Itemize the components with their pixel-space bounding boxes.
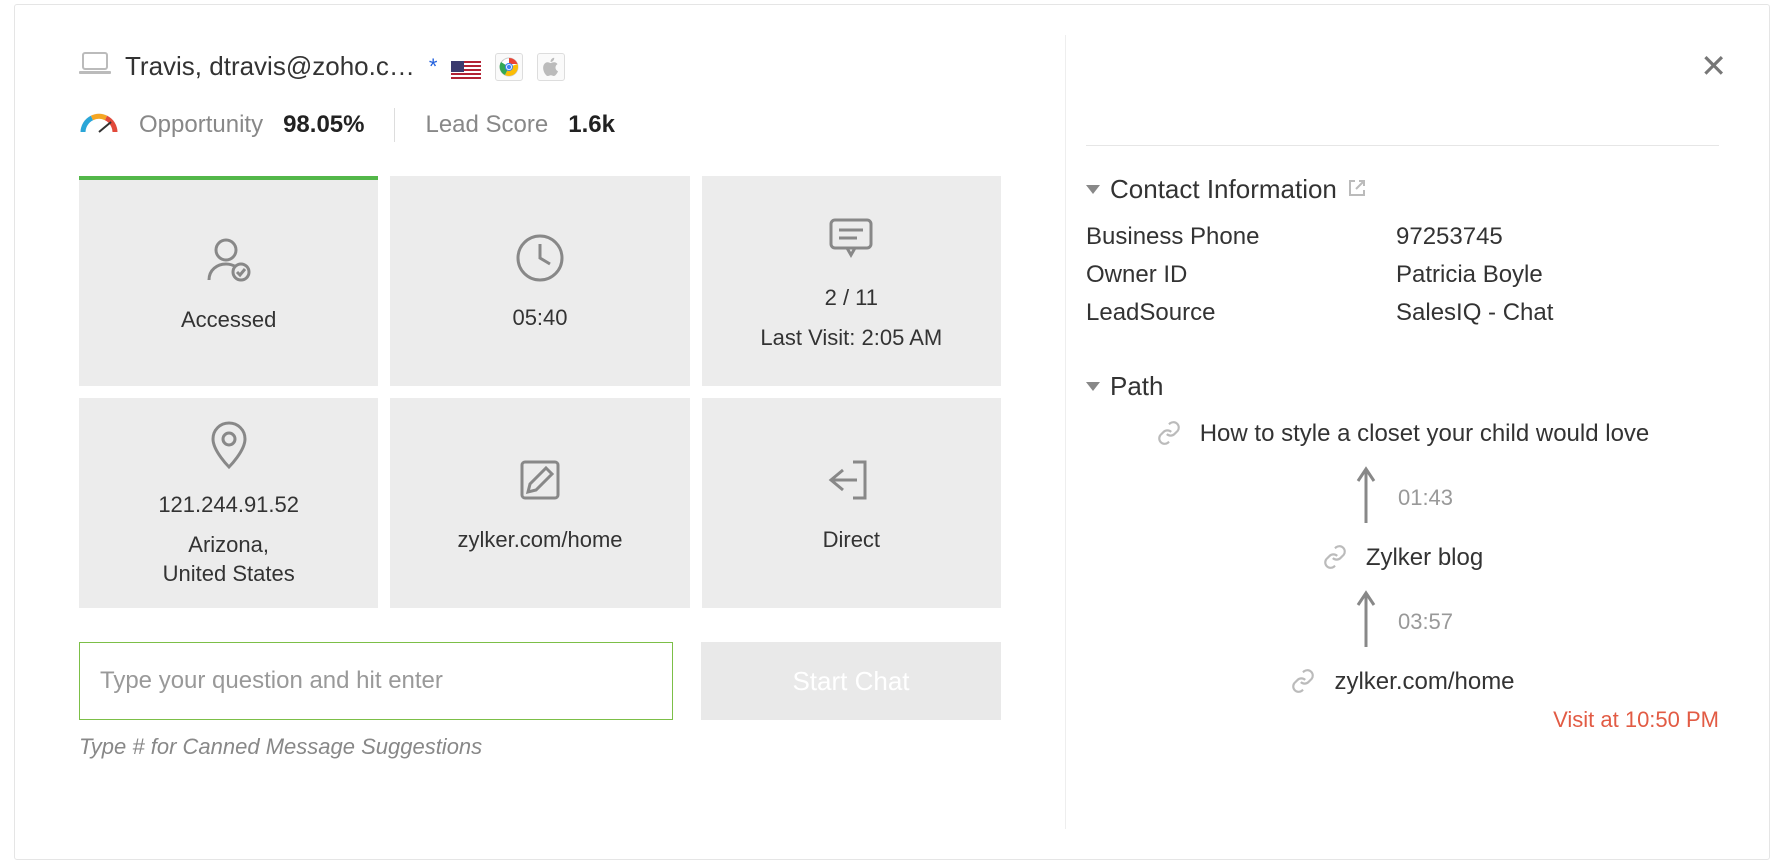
tile-visits[interactable]: 2 / 11 Last Visit: 2:05 AM	[702, 176, 1001, 386]
contact-key: Owner ID	[1086, 261, 1396, 289]
tile-duration[interactable]: 05:40	[390, 176, 689, 386]
start-chat-button[interactable]: Start Chat	[701, 642, 1001, 720]
enter-icon	[823, 452, 879, 515]
tile-visits-sub: Last Visit: 2:05 AM	[760, 323, 942, 353]
left-pane: Travis, dtravis@zoho.c… * Opportunity 98…	[15, 5, 1065, 859]
tile-ip: 121.244.91.52	[158, 490, 299, 520]
close-icon[interactable]: ✕	[1700, 47, 1727, 85]
chat-input[interactable]	[79, 642, 673, 720]
caret-down-icon	[1086, 382, 1100, 391]
contact-value: 97253745	[1396, 223, 1503, 251]
tile-source-value: Direct	[823, 525, 880, 555]
tile-location[interactable]: 121.244.91.52 Arizona, United States	[79, 398, 378, 608]
chrome-icon	[495, 53, 523, 81]
contact-info-header[interactable]: Contact Information	[1086, 174, 1719, 205]
path-step[interactable]: Zylker blog	[1086, 544, 1719, 575]
visitor-panel: ✕ Travis, dtravis@zoho.c… * Opportunity …	[14, 4, 1770, 860]
path-section: Path How to style a closet your child wo…	[1086, 371, 1719, 733]
divider	[394, 108, 395, 142]
canned-hint: Type # for Canned Message Suggestions	[79, 734, 1001, 760]
contact-key: LeadSource	[1086, 299, 1396, 327]
tiles-grid: Accessed 05:40 2 / 11 Last Visit: 2:05 A…	[79, 176, 1001, 608]
chat-icon	[823, 210, 879, 273]
contact-value: SalesIQ - Chat	[1396, 299, 1553, 327]
arrow-up-icon	[1352, 465, 1380, 530]
visitor-header: Travis, dtravis@zoho.c… *	[79, 51, 1001, 82]
link-icon	[1290, 668, 1316, 699]
us-flag-icon	[451, 57, 481, 77]
tile-duration-value: 05:40	[512, 303, 567, 333]
path-text: How to style a closet your child would l…	[1200, 420, 1650, 448]
external-link-icon[interactable]	[1347, 174, 1367, 205]
contact-value: Patricia Boyle	[1396, 261, 1543, 289]
lead-score-value: 1.6k	[568, 111, 615, 139]
path-time: 01:43	[1398, 485, 1453, 511]
link-icon	[1156, 420, 1182, 451]
path-time: 03:57	[1398, 609, 1453, 635]
tile-page-value: zylker.com/home	[457, 525, 622, 555]
tile-page[interactable]: zylker.com/home	[390, 398, 689, 608]
link-icon	[1322, 544, 1348, 575]
path-title: Path	[1110, 371, 1164, 402]
gauge-icon	[79, 110, 119, 141]
user-check-icon	[201, 232, 257, 295]
tile-source[interactable]: Direct	[702, 398, 1001, 608]
opportunity-value: 98.05%	[283, 111, 364, 139]
tile-accessed-label: Accessed	[181, 305, 276, 335]
visit-timestamp: Visit at 10:50 PM	[1086, 707, 1719, 733]
contact-info-title: Contact Information	[1110, 174, 1337, 205]
path-step[interactable]: zylker.com/home	[1086, 668, 1719, 699]
path-text: zylker.com/home	[1334, 668, 1514, 696]
contact-row: Owner ID Patricia Boyle	[1086, 261, 1719, 289]
stats-row: Opportunity 98.05% Lead Score 1.6k	[79, 108, 1001, 142]
lead-score-label: Lead Score	[425, 111, 548, 139]
right-pane: Contact Information Business Phone 97253…	[1065, 35, 1769, 829]
opportunity-label: Opportunity	[139, 111, 263, 139]
tile-loc2: United States	[163, 561, 295, 586]
clock-icon	[512, 230, 568, 293]
path-arrow: 01:43	[1086, 465, 1719, 530]
edit-icon	[512, 452, 568, 515]
star-icon: *	[429, 54, 438, 80]
path-text: Zylker blog	[1366, 544, 1483, 572]
contact-row: LeadSource SalesIQ - Chat	[1086, 299, 1719, 327]
caret-down-icon	[1086, 185, 1100, 194]
tile-loc1: Arizona,	[188, 532, 269, 557]
laptop-icon	[79, 51, 111, 82]
path-header[interactable]: Path	[1086, 371, 1719, 402]
separator	[1086, 145, 1719, 146]
contact-row: Business Phone 97253745	[1086, 223, 1719, 251]
contact-key: Business Phone	[1086, 223, 1396, 251]
pin-icon	[201, 417, 257, 480]
apple-icon	[537, 53, 565, 81]
path-arrow: 03:57	[1086, 589, 1719, 654]
tile-accessed[interactable]: Accessed	[79, 176, 378, 386]
visitor-name: Travis, dtravis@zoho.c…	[125, 51, 415, 82]
path-step[interactable]: How to style a closet your child would l…	[1086, 420, 1719, 451]
compose-row: Start Chat	[79, 642, 1001, 720]
arrow-up-icon	[1352, 589, 1380, 654]
tile-visits-count: 2 / 11	[825, 283, 878, 313]
